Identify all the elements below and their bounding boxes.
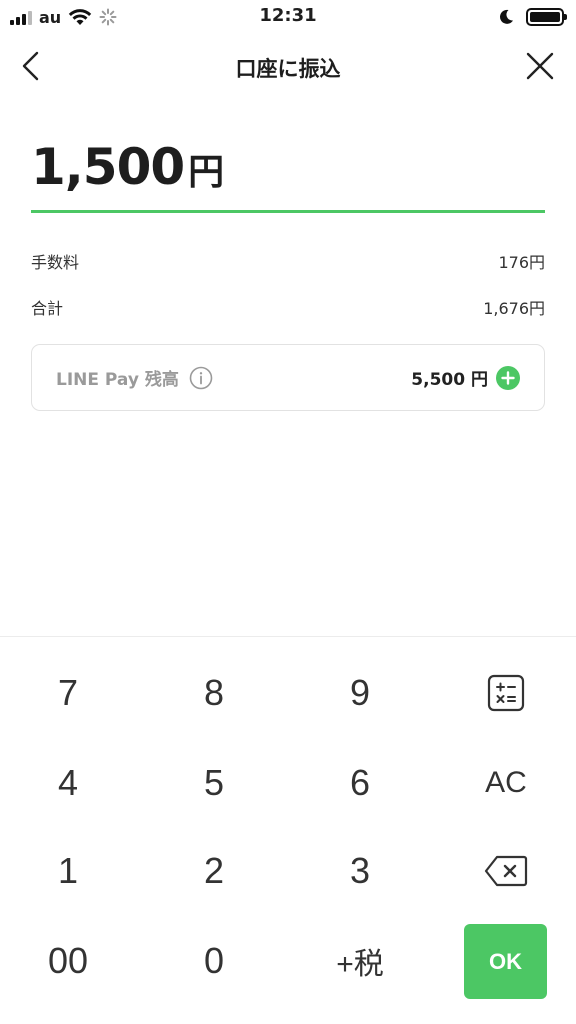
amount-unit: 円	[188, 152, 225, 193]
balance-left: LINE Pay 残高	[56, 365, 213, 390]
total-row: 合計 1,676円	[31, 295, 545, 319]
key-3[interactable]: 3	[300, 833, 420, 909]
close-icon	[526, 52, 554, 80]
key-6[interactable]: 6	[300, 745, 420, 821]
ok-button[interactable]: OK	[464, 924, 547, 999]
page-title: 口座に振込	[235, 57, 341, 81]
nav-header: 口座に振込	[0, 34, 576, 98]
fee-label: 手数料	[31, 253, 80, 272]
info-icon[interactable]	[189, 366, 213, 390]
key-7[interactable]: 7	[8, 655, 128, 731]
backspace-button[interactable]	[446, 833, 566, 909]
fee-value: 176円	[498, 253, 545, 272]
status-right	[498, 6, 567, 28]
key-5[interactable]: 5	[154, 745, 274, 821]
moon-icon	[500, 9, 513, 24]
key-00[interactable]: 00	[8, 923, 128, 999]
key-add-tax[interactable]: +税	[300, 923, 420, 999]
plus-circle-icon[interactable]	[496, 365, 520, 390]
amount-display[interactable]: 1,500 円	[31, 138, 224, 196]
total-value: 1,676円	[483, 299, 545, 318]
status-bar: au 12:31	[0, 0, 576, 34]
key-8[interactable]: 8	[154, 655, 274, 731]
close-button[interactable]	[522, 48, 558, 84]
fee-row: 手数料 176円	[31, 249, 545, 273]
calculator-button[interactable]	[446, 655, 566, 731]
key-all-clear[interactable]: AC	[446, 745, 566, 821]
amount-underline	[31, 210, 545, 213]
key-0[interactable]: 0	[154, 923, 274, 999]
balance-card: LINE Pay 残高 5,500 円	[31, 344, 545, 411]
backspace-icon	[484, 855, 528, 887]
keypad: 7 8 9 4 5 6 AC 1 2 3 00 0 +税 OK	[0, 636, 576, 1024]
balance-right: 5,500 円	[411, 365, 520, 390]
calculator-icon	[487, 674, 525, 712]
status-time: 12:31	[259, 5, 317, 26]
key-2[interactable]: 2	[154, 833, 274, 909]
amount-value: 1,500	[31, 138, 185, 196]
key-1[interactable]: 1	[8, 833, 128, 909]
balance-label: LINE Pay 残高	[56, 370, 179, 390]
balance-value: 5,500 円	[411, 370, 488, 390]
key-9[interactable]: 9	[300, 655, 420, 731]
key-4[interactable]: 4	[8, 745, 128, 821]
total-label: 合計	[31, 299, 64, 318]
battery-icon	[526, 8, 567, 26]
